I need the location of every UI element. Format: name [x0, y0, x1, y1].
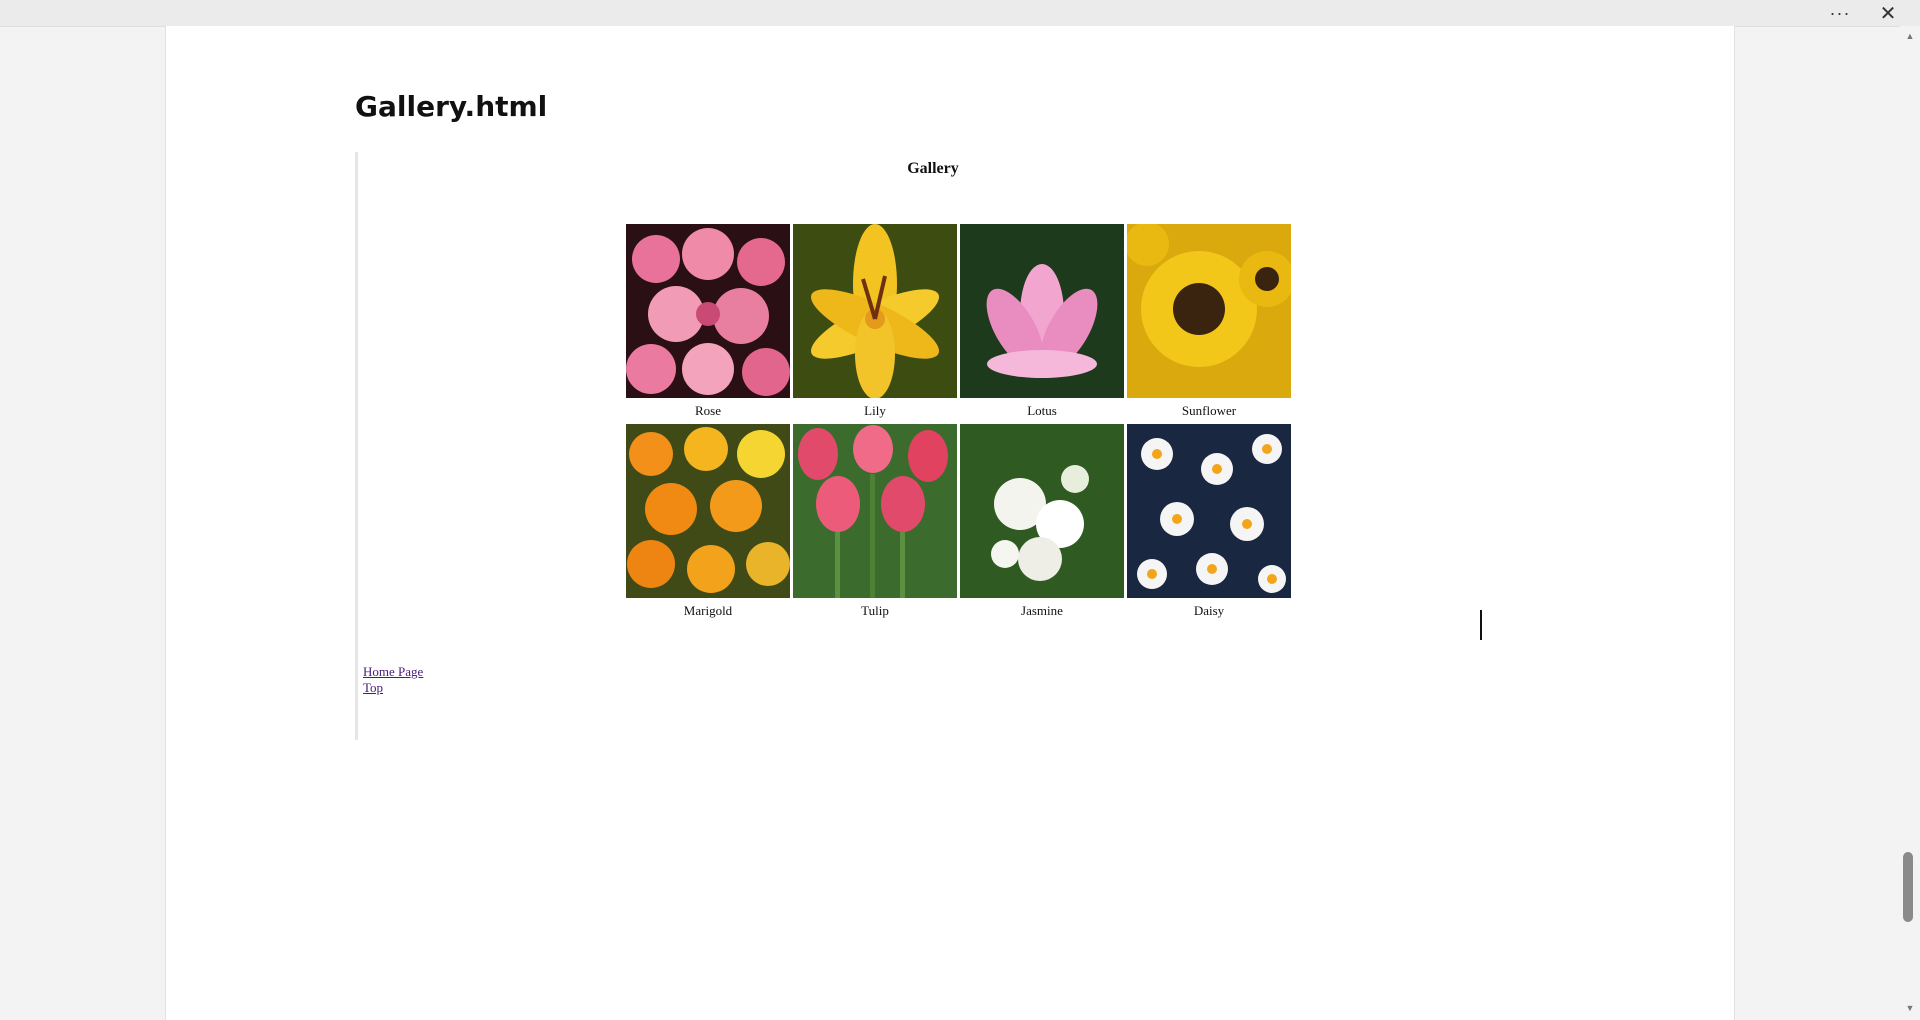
document-page: Gallery.html Gallery Rose Lily Lotus Sun…: [165, 26, 1735, 1020]
marigold-image: [626, 424, 790, 598]
gallery-caption: Sunflower: [1181, 403, 1237, 418]
daisy-image: [1127, 424, 1291, 598]
scroll-down-icon[interactable]: ▼: [1904, 1002, 1916, 1014]
close-button[interactable]: ✕: [1868, 0, 1908, 26]
gallery-caption: Lily: [864, 403, 886, 418]
gallery-caption: Jasmine: [1021, 603, 1063, 618]
lotus-image: [960, 224, 1124, 398]
text-cursor: [1480, 610, 1482, 640]
gallery-caption: Lotus: [1027, 403, 1057, 418]
gallery-item-rose: Rose: [626, 224, 790, 419]
nav-links: Home Page Top: [363, 664, 423, 696]
gallery-item-daisy: Daisy: [1127, 424, 1291, 619]
tulip-image: [793, 424, 957, 598]
scrollbar-thumb[interactable]: [1903, 852, 1913, 922]
more-icon: ···: [1829, 2, 1851, 23]
jasmine-image: [960, 424, 1124, 598]
sunflower-image: [1127, 224, 1291, 398]
gallery-item-lotus: Lotus: [960, 224, 1124, 419]
gallery-item-jasmine: Jasmine: [960, 424, 1124, 619]
gallery-item-sunflower: Sunflower: [1127, 224, 1291, 419]
html-preview-frame: Gallery Rose Lily Lotus Sunflower Marigo…: [355, 152, 1508, 740]
gallery-caption: Daisy: [1193, 603, 1225, 618]
scroll-up-icon[interactable]: ▲: [1904, 30, 1916, 42]
gallery-item-tulip: Tulip: [793, 424, 957, 619]
gallery-caption: Rose: [695, 403, 721, 418]
gallery-heading: Gallery: [907, 160, 959, 177]
gallery-caption: Tulip: [861, 603, 889, 618]
home-page-link[interactable]: Home Page: [363, 664, 423, 680]
rose-image: [626, 224, 790, 398]
more-options-button[interactable]: ···: [1820, 0, 1860, 26]
lily-image: [793, 224, 957, 398]
gallery-item-lily: Lily: [793, 224, 957, 419]
document-title: Gallery.html: [355, 90, 548, 123]
title-bar: ··· ✕: [0, 0, 1920, 27]
close-icon: ✕: [1879, 2, 1897, 25]
gallery-caption: Marigold: [683, 603, 733, 618]
top-link[interactable]: Top: [363, 680, 423, 696]
gallery-grid: Rose Lily Lotus Sunflower Marigold Tulip…: [626, 224, 1291, 619]
gallery-item-marigold: Marigold: [626, 424, 790, 619]
